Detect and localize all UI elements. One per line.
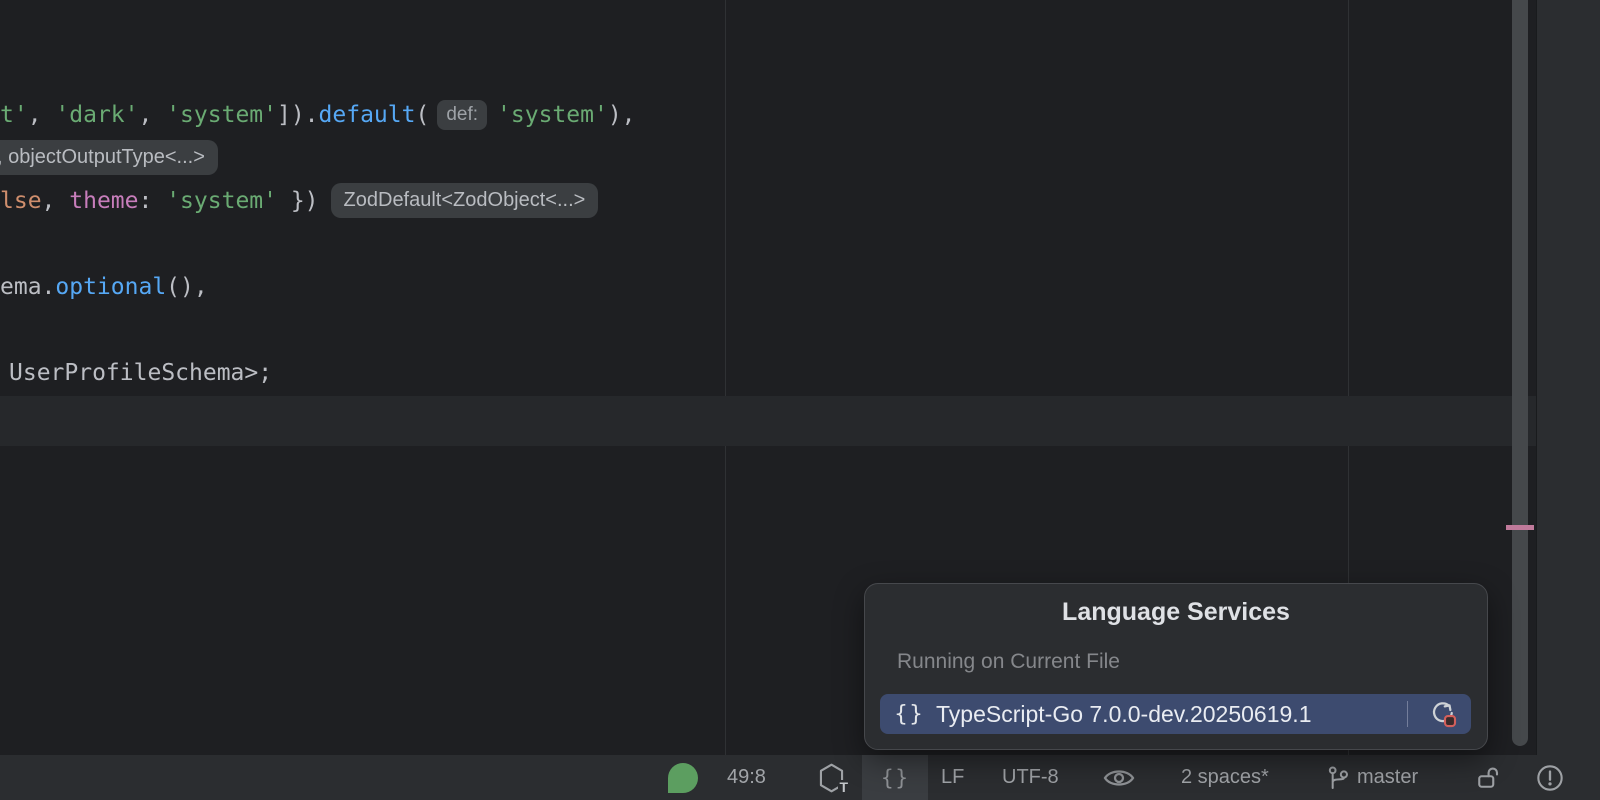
- inlay-type-hint[interactable]: , objectOutputType<...>: [0, 140, 218, 175]
- reader-mode-widget[interactable]: [1103, 755, 1135, 800]
- file-lock-widget[interactable]: [1474, 755, 1502, 800]
- service-name: TypeScript-Go 7.0.0-dev.20250619.1: [936, 701, 1311, 728]
- caret-position-widget[interactable]: 49:8: [727, 755, 766, 800]
- scrollbar-stripe-marker[interactable]: [1506, 525, 1534, 530]
- code-token: theme: [69, 188, 138, 214]
- code-token: ]).: [277, 102, 319, 128]
- code-line[interactable]: UserProfileSchema>;: [9, 351, 272, 394]
- restart-service-button[interactable]: [1426, 699, 1460, 729]
- right-tool-strip: [1536, 0, 1600, 800]
- inlay-type-hint[interactable]: ZodDefault<ZodObject<...>: [331, 183, 599, 218]
- indent-label: 2 spaces*: [1181, 766, 1269, 789]
- braces-icon: {}: [894, 702, 924, 727]
- git-branch-widget[interactable]: master: [1326, 755, 1418, 800]
- code-token: 'dark': [55, 102, 138, 128]
- restart-icon: [1428, 699, 1458, 729]
- code-token: t': [0, 102, 28, 128]
- code-token: lse: [0, 188, 42, 214]
- encoding-widget[interactable]: UTF-8: [1002, 755, 1059, 800]
- current-line-highlight: [0, 396, 1536, 446]
- code-token: ,: [42, 188, 70, 214]
- code-line[interactable]: ema.optional(),: [0, 265, 208, 308]
- braces-icon: {}: [881, 766, 910, 790]
- status-bar: 49:8 T {} LF UTF-8 2 spaces: [0, 755, 1600, 800]
- encoding-label: UTF-8: [1002, 766, 1059, 789]
- code-token: }): [277, 188, 319, 214]
- code-token: UserProfileSchema>;: [9, 360, 272, 386]
- green-status-blob-icon: [668, 763, 698, 793]
- code-token: 'system': [497, 102, 608, 128]
- code-token: 'system': [166, 188, 277, 214]
- visual-guide-line: [725, 0, 726, 755]
- code-token: :: [139, 188, 167, 214]
- code-token: default: [319, 102, 416, 128]
- code-line[interactable]: t', 'dark', 'system']).default( def: 'syst…: [0, 93, 636, 136]
- ide-window: t', 'dark', 'system']).default( def: 'syst…: [0, 0, 1600, 800]
- typescript-hexagon-icon: T: [818, 763, 845, 793]
- indent-widget[interactable]: 2 spaces*: [1181, 755, 1269, 800]
- line-separator-widget[interactable]: LF: [941, 755, 964, 800]
- unlocked-padlock-icon: [1474, 764, 1502, 792]
- typescript-service-widget[interactable]: T: [818, 755, 845, 800]
- code-token: ,: [139, 102, 167, 128]
- branch-label: master: [1357, 766, 1418, 789]
- eye-icon: [1103, 767, 1135, 789]
- notifications-widget[interactable]: [1536, 755, 1564, 800]
- language-services-popup: Language Services Running on Current Fil…: [864, 583, 1488, 750]
- code-token: ema.: [0, 274, 55, 300]
- language-service-row[interactable]: {} TypeScript-Go 7.0.0-dev.20250619.1: [880, 694, 1471, 734]
- code-token: (),: [166, 274, 208, 300]
- inlay-parameter-hint[interactable]: def:: [437, 100, 487, 130]
- code-line[interactable]: , objectOutputType<...>: [0, 136, 218, 179]
- language-services-widget[interactable]: {}: [862, 755, 928, 800]
- inspections-status-widget[interactable]: [668, 755, 698, 800]
- caret-position-label: 49:8: [727, 766, 766, 789]
- code-token: 'system': [166, 102, 277, 128]
- code-token: (: [415, 102, 429, 128]
- code-token: ,: [28, 102, 56, 128]
- code-line[interactable]: lse, theme: 'system' }) ZodDefault<ZodObj…: [0, 179, 598, 222]
- row-separator: [1407, 701, 1408, 727]
- code-token: optional: [55, 274, 166, 300]
- git-branch-icon: [1326, 765, 1350, 791]
- popup-title: Language Services: [865, 598, 1487, 627]
- error-circle-icon: [1536, 764, 1564, 792]
- line-separator-label: LF: [941, 766, 964, 789]
- popup-section-label: Running on Current File: [897, 650, 1120, 674]
- code-token: ),: [608, 102, 636, 128]
- vertical-scrollbar-thumb[interactable]: [1512, 0, 1528, 746]
